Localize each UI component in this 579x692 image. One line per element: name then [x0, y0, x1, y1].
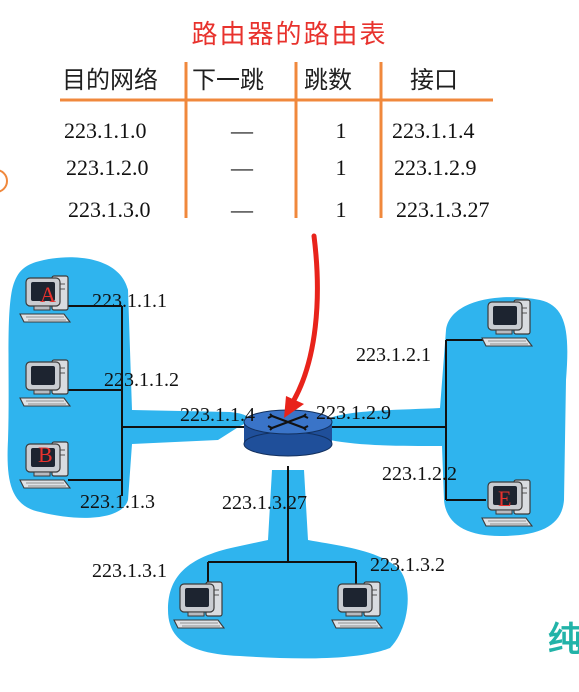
network-diagram: 路由器的路由表 目的网络 下一跳 跳数 接口 223.1.1.0 — 1 223… [0, 0, 579, 692]
addr-223-1-1-3: 223.1.1.3 [80, 491, 155, 513]
host-e-label: E [498, 486, 511, 511]
addr-223-1-1-1: 223.1.1.1 [92, 290, 167, 312]
corner-character: 纯 [548, 620, 579, 660]
host-32-computer-icon [331, 581, 383, 629]
addr-223-1-1-4: 223.1.1.4 [180, 404, 255, 426]
red-arrow-icon [291, 233, 320, 403]
addr-223-1-1-2: 223.1.1.2 [104, 369, 179, 391]
host-21-computer-icon [481, 299, 533, 347]
host-31-computer-icon [173, 581, 225, 629]
addr-223-1-3-1: 223.1.3.1 [92, 560, 167, 582]
addr-223-1-3-2: 223.1.3.2 [370, 554, 445, 576]
diagram-graphics: A B E 223.1.1.1 223.1.1.2 223.1.1.3 223.… [0, 62, 568, 659]
addr-223-1-3-27: 223.1.3.27 [222, 492, 307, 514]
addr-223-1-2-1: 223.1.2.1 [356, 344, 431, 366]
host-2-computer-icon [19, 359, 71, 407]
edge-circle-icon [0, 169, 8, 193]
host-a-label: A [40, 282, 56, 307]
host-b-label: B [38, 442, 53, 467]
addr-223-1-2-2: 223.1.2.2 [382, 463, 457, 485]
addr-223-1-2-9: 223.1.2.9 [316, 402, 391, 424]
